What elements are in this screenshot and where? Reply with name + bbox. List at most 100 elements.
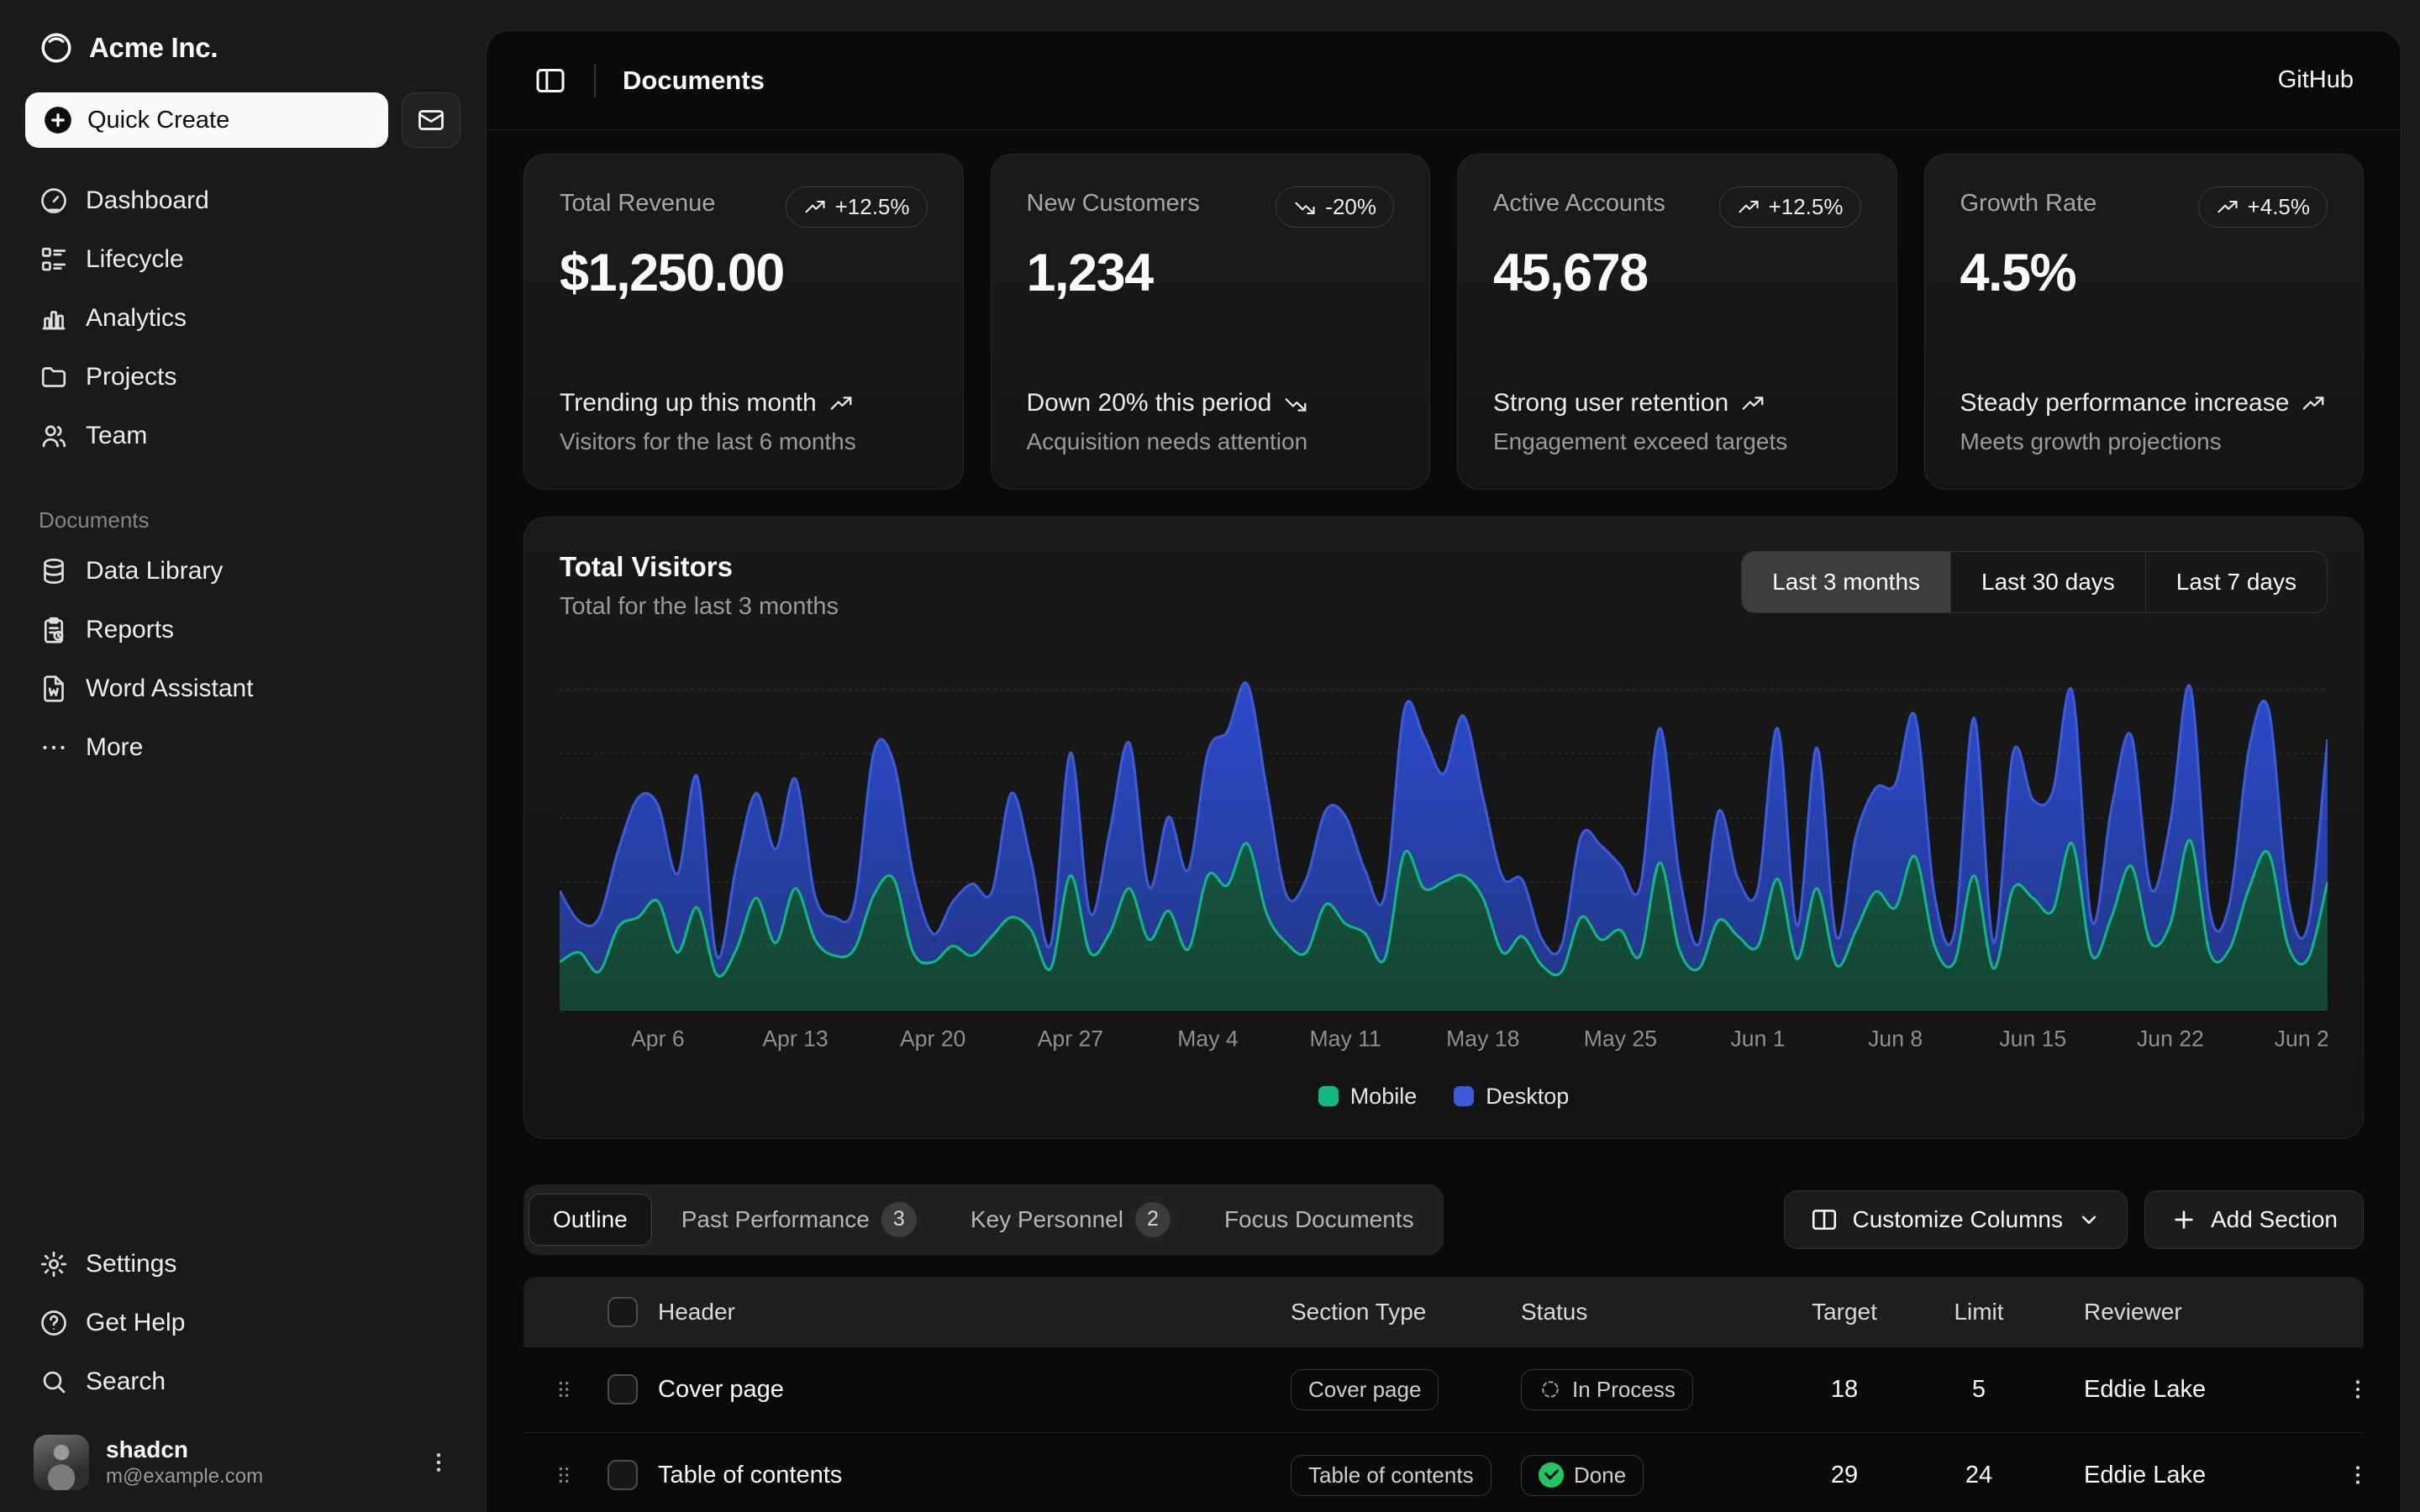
cell-header[interactable]: Cover page: [658, 1376, 1291, 1404]
sidebar-item-label: Lifecycle: [86, 245, 184, 274]
quick-create-label: Quick Create: [87, 107, 229, 134]
legend-item-desktop: Desktop: [1454, 1084, 1569, 1110]
github-link[interactable]: GitHub: [2278, 66, 2354, 94]
drag-handle[interactable]: [540, 1376, 587, 1403]
row-checkbox[interactable]: [608, 1460, 638, 1490]
sidebar-item-get-help[interactable]: Get Help: [25, 1295, 460, 1351]
cell-target[interactable]: 18: [1781, 1376, 1907, 1404]
sidebar-item-more[interactable]: More: [25, 720, 460, 775]
legend-swatch: [1318, 1086, 1339, 1106]
sidebar-item-data-library[interactable]: Data Library: [25, 543, 460, 599]
stat-footer-title: Trending up this month: [560, 386, 817, 421]
tab-past-performance[interactable]: Past Performance3: [657, 1189, 941, 1250]
svg-text:Apr 13: Apr 13: [762, 1026, 828, 1052]
trend-badge: -20%: [1276, 186, 1394, 228]
svg-text:Jun 15: Jun 15: [1999, 1026, 2066, 1052]
user-menu[interactable]: shadcn m@example.com: [25, 1425, 460, 1490]
sidebar-item-label: Settings: [86, 1250, 176, 1278]
tab-key-personnel[interactable]: Key Personnel 2: [946, 1189, 1195, 1250]
sidebar-item-settings[interactable]: Settings: [25, 1236, 460, 1292]
tab-outline[interactable]: Outline: [529, 1194, 652, 1246]
legend-label: Desktop: [1486, 1084, 1569, 1110]
range-option-last-7-days[interactable]: Last 7 days: [2146, 552, 2327, 612]
customize-columns-button[interactable]: Customize Columns: [1784, 1190, 2128, 1249]
sidebar-item-search[interactable]: Search: [25, 1354, 460, 1410]
sidebar-toggle-icon[interactable]: [534, 64, 567, 97]
mail-icon: [416, 105, 446, 135]
sidebar-item-analytics[interactable]: Analytics: [25, 291, 460, 346]
section-type-badge: Table of contents: [1291, 1455, 1491, 1496]
sidebar-item-team[interactable]: Team: [25, 408, 460, 464]
stat-footer-title: Steady performance increase: [1960, 386, 2290, 421]
add-section-button[interactable]: Add Section: [2144, 1190, 2364, 1249]
section-type-badge: Cover page: [1291, 1369, 1439, 1410]
table-row: Table of contentsTable of contents Done 29…: [523, 1433, 2364, 1512]
stat-card-title: New Customers: [1027, 186, 1200, 218]
add-section-label: Add Section: [2211, 1206, 2338, 1233]
stat-footer-description: Acquisition needs attention: [1027, 428, 1395, 455]
sidebar-nav-documents: Data LibraryReportsWord Assistant More: [25, 543, 460, 775]
area-chart[interactable]: Apr 6Apr 13Apr 20Apr 27May 4May 11May 18…: [560, 658, 2328, 1062]
chart-title: Total Visitors: [560, 551, 839, 583]
stat-footer-description: Visitors for the last 6 months: [560, 428, 928, 455]
sidebar-item-dashboard[interactable]: Dashboard: [25, 173, 460, 228]
plus-icon: [2170, 1206, 2197, 1233]
sidebar-item-projects[interactable]: Projects: [25, 349, 460, 405]
trend-badge-value: +12.5%: [1769, 194, 1844, 220]
range-option-last-30-days[interactable]: Last 30 days: [1951, 552, 2146, 612]
status-badge: In Process: [1521, 1369, 1693, 1410]
analytics-icon: [39, 303, 69, 333]
drag-handle[interactable]: [540, 1462, 587, 1488]
sidebar-item-label: More: [86, 733, 143, 762]
svg-text:Apr 6: Apr 6: [631, 1026, 685, 1052]
stat-card-title: Growth Rate: [1960, 186, 2097, 218]
tab-count-badge: 2: [1135, 1202, 1171, 1237]
lifecycle-icon: [39, 244, 69, 275]
sidebar-item-word-assistant[interactable]: Word Assistant: [25, 661, 460, 717]
grip-icon: [550, 1462, 577, 1488]
page-title: Documents: [623, 66, 765, 96]
svg-text:Jun 8: Jun 8: [1868, 1026, 1923, 1052]
trend-up-icon: [1737, 196, 1760, 219]
cell-header[interactable]: Table of contents: [658, 1462, 1291, 1489]
cell-target[interactable]: 29: [1781, 1462, 1907, 1489]
sidebar-item-reports[interactable]: Reports: [25, 602, 460, 658]
trend-badge-value: +12.5%: [835, 194, 910, 220]
sidebar-item-lifecycle[interactable]: Lifecycle: [25, 232, 460, 287]
stat-footer-title: Down 20% this period: [1027, 386, 1272, 421]
ellipsis-vertical-icon[interactable]: [425, 1449, 452, 1476]
tab-label: Past Performance: [681, 1206, 870, 1233]
sidebar-nav-main: Dashboard Lifecycle AnalyticsProjectsTeam: [25, 173, 460, 464]
sidebar-nav-secondary: Settings Get HelpSearch: [25, 1236, 460, 1410]
row-actions-button[interactable]: [2344, 1462, 2376, 1488]
cell-limit[interactable]: 5: [1907, 1376, 2050, 1404]
cell-limit[interactable]: 24: [1907, 1462, 2050, 1489]
select-all-checkbox[interactable]: [608, 1297, 638, 1327]
svg-text:May 4: May 4: [1177, 1026, 1239, 1052]
inbox-button[interactable]: [402, 92, 460, 148]
stat-card-title: Active Accounts: [1493, 186, 1665, 218]
stat-card-growth-rate: Growth Rate+4.5%4.5%Steady performance i…: [1924, 154, 2365, 490]
folder-icon: [39, 362, 69, 392]
cell-reviewer[interactable]: Eddie Lake: [2050, 1462, 2344, 1489]
quick-create-button[interactable]: Quick Create: [25, 92, 388, 148]
help-icon: [39, 1308, 69, 1338]
sections-table: HeaderSection TypeStatusTargetLimitRevie…: [523, 1277, 2364, 1512]
tab-focus-documents[interactable]: Focus Documents: [1200, 1194, 1439, 1246]
legend-swatch: [1454, 1086, 1474, 1106]
range-option-last-3-months[interactable]: Last 3 months: [1742, 552, 1951, 612]
company-logo-icon: [39, 30, 74, 66]
column-header-header: Header: [658, 1299, 1291, 1326]
customize-columns-label: Customize Columns: [1852, 1206, 2063, 1233]
company-name: Acme Inc.: [89, 32, 218, 64]
column-header-status: Status: [1521, 1299, 1781, 1326]
row-checkbox[interactable]: [608, 1374, 638, 1404]
tab-label: Key Personnel: [971, 1206, 1123, 1233]
avatar: [34, 1435, 89, 1490]
grip-icon: [550, 1376, 577, 1403]
cell-reviewer[interactable]: Eddie Lake: [2050, 1376, 2344, 1404]
trend-badge: +4.5%: [2198, 186, 2328, 228]
sidebar-brand[interactable]: Acme Inc.: [25, 18, 460, 77]
row-actions-button[interactable]: [2344, 1376, 2376, 1403]
status-badge: Done: [1521, 1455, 1644, 1496]
